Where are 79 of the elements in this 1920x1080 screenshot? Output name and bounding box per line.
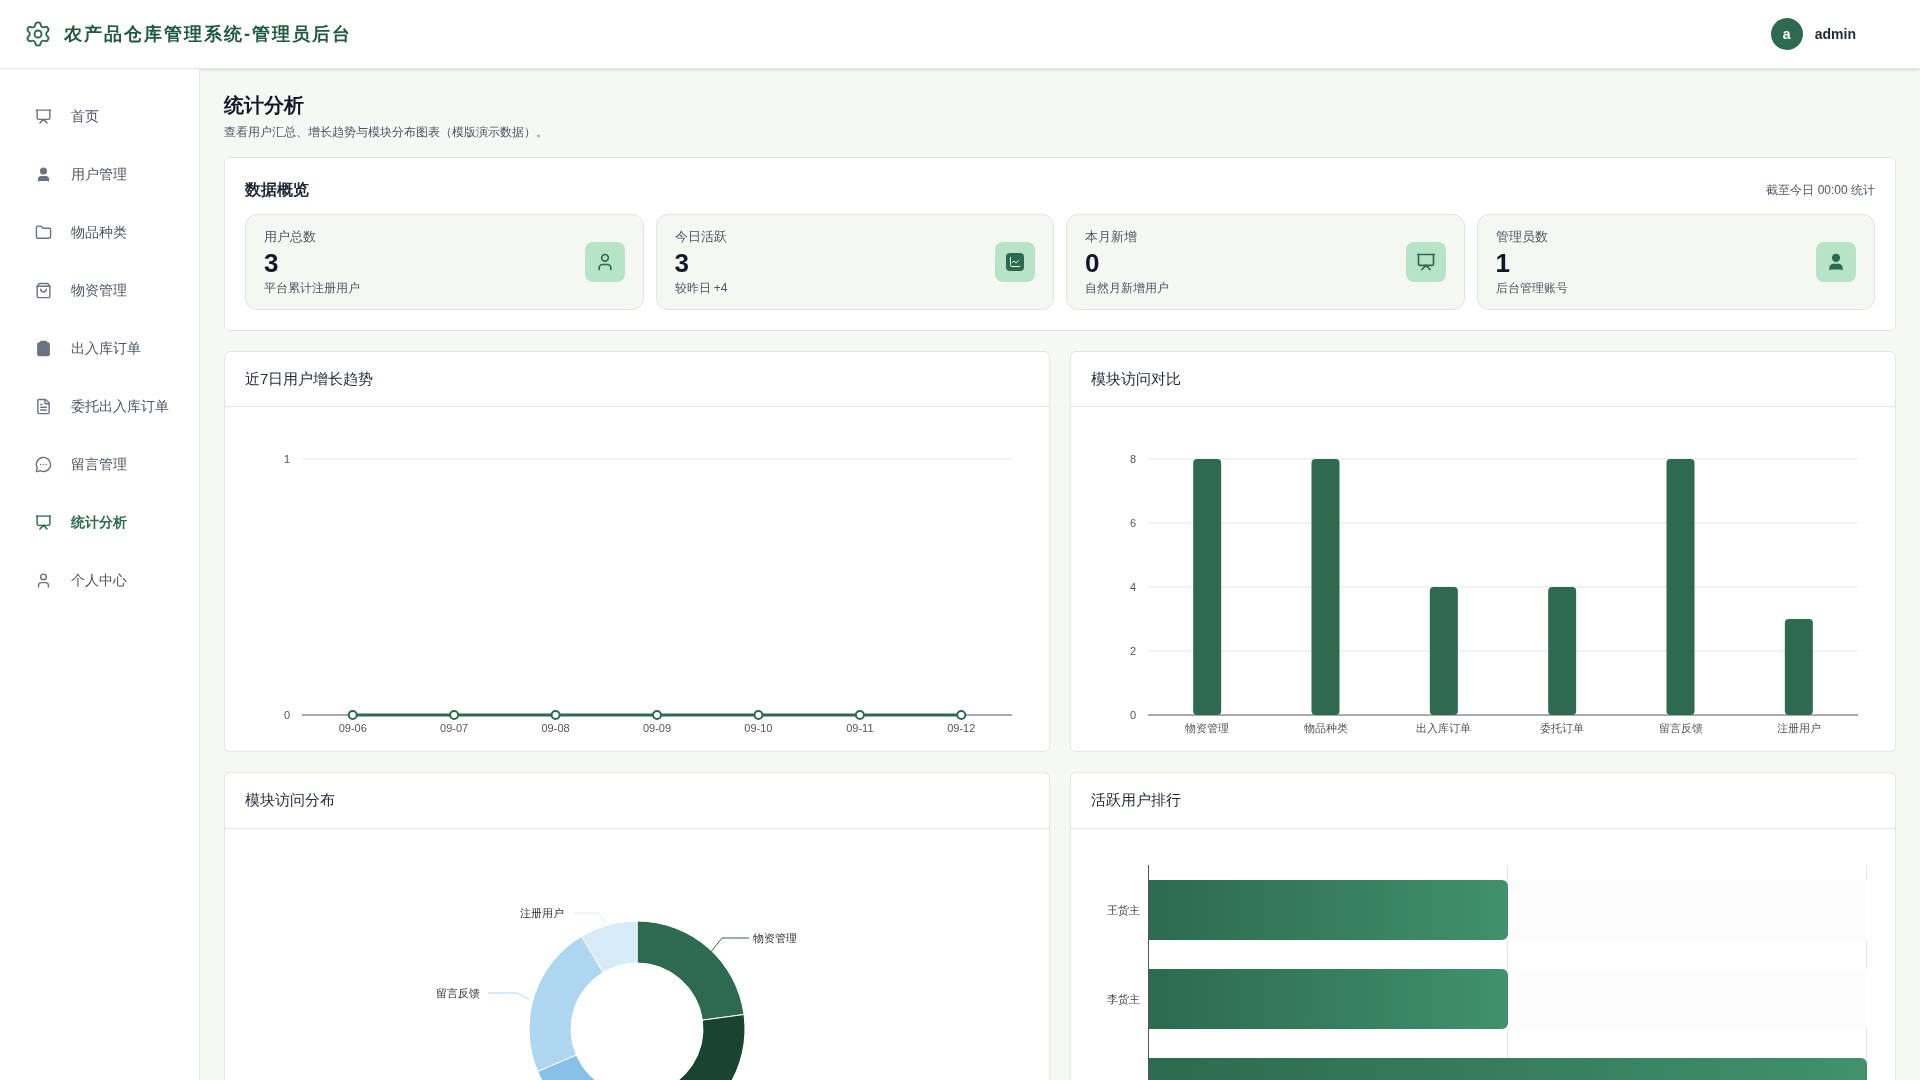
axis-tick-label: 留言反馈 xyxy=(1658,722,1703,734)
username: admin xyxy=(1814,25,1856,44)
chat-icon xyxy=(35,455,52,473)
sidebar-item[interactable]: 出入库订单 xyxy=(0,319,199,377)
axis-tick-label: 6 xyxy=(1129,517,1136,529)
page-subtitle: 查看用户汇总、增长趋势与模块分布图表（模版演示数据）。 xyxy=(224,124,549,141)
stat-value: 0 xyxy=(1085,246,1101,279)
axis-tick-label: 物品种类 xyxy=(1303,722,1348,734)
slice-label: 物资管理 xyxy=(753,931,797,944)
leader-line xyxy=(487,992,530,999)
document-icon xyxy=(35,397,52,415)
stat-label: 今日活跃 xyxy=(674,228,728,246)
axis-tick-label: 09-10 xyxy=(744,722,773,734)
folder-icon xyxy=(35,223,52,241)
axis-tick-label: 出入库订单 xyxy=(1416,722,1472,734)
presentation-icon xyxy=(35,513,52,531)
axis-tick-label: 委托订单 xyxy=(1540,722,1585,734)
sidebar-item[interactable]: 首页 xyxy=(0,87,199,145)
person-icon xyxy=(1826,251,1846,272)
card-title: 近7日用户增长趋势 xyxy=(225,351,1049,407)
data-point xyxy=(854,710,865,720)
stat-label: 管理员数 xyxy=(1495,228,1549,246)
card-title: 模块访问分布 xyxy=(225,773,1049,829)
stat-hint: 平台累计注册用户 xyxy=(264,279,360,297)
axis-tick-label: 4 xyxy=(1129,581,1136,593)
sidebar-item[interactable]: 统计分析 xyxy=(0,493,199,551)
slice-label: 注册用户 xyxy=(520,906,564,919)
axis-tick-label: 注册用户 xyxy=(1776,722,1821,734)
data-point xyxy=(550,710,561,720)
sidebar-item[interactable]: 个人中心 xyxy=(0,551,199,609)
axis-tick-label: 09-08 xyxy=(541,722,570,734)
stat-value: 1 xyxy=(1495,246,1511,279)
user-name-label: 王货主 xyxy=(1106,902,1140,918)
person-icon xyxy=(35,571,52,589)
trend-chart-icon xyxy=(1006,252,1024,271)
axis-tick-label: 8 xyxy=(1129,453,1136,465)
axis-tick-label: 09-12 xyxy=(947,722,976,734)
stat-hint: 较昨日 +4 xyxy=(674,279,728,297)
data-point xyxy=(956,710,967,720)
axis-tick-label: 2 xyxy=(1129,645,1136,657)
axis-tick-label: 0 xyxy=(1129,709,1136,721)
avatar[interactable]: a xyxy=(1770,18,1803,50)
leader-line xyxy=(709,937,750,953)
axis-tick-label: 09-06 xyxy=(338,722,367,734)
page-title: 统计分析 xyxy=(224,93,305,118)
axis-tick-label: 09-09 xyxy=(642,722,672,734)
sidebar-item[interactable]: 物资管理 xyxy=(0,261,199,319)
stat-value: 3 xyxy=(264,246,280,279)
sidebar-item[interactable]: 委托出入库订单 xyxy=(0,377,199,435)
data-point xyxy=(347,710,358,720)
person-icon xyxy=(35,165,52,183)
app-title: 农产品仓库管理系统-管理员后台 xyxy=(64,22,352,46)
data-point xyxy=(652,710,662,720)
bag-icon xyxy=(35,281,52,299)
user-name-label: 李货主 xyxy=(1106,991,1140,1007)
stat-hint: 后台管理账号 xyxy=(1495,279,1568,297)
sidebar-item[interactable]: 用户管理 xyxy=(0,145,199,203)
axis-tick-label: 物资管理 xyxy=(1185,722,1230,734)
sidebar-item[interactable]: 物品种类 xyxy=(0,203,199,261)
slice-label: 留言反馈 xyxy=(436,986,480,999)
stat-label: 用户总数 xyxy=(264,228,317,246)
settings-icon xyxy=(24,20,52,48)
section-title: 数据概览 xyxy=(245,180,309,200)
axis-tick-label: 09-07 xyxy=(440,722,469,734)
stat-label: 本月新增 xyxy=(1085,228,1138,246)
presentation-icon xyxy=(1415,251,1436,272)
sidebar-item[interactable]: 留言管理 xyxy=(0,435,199,493)
axis-tick-label: 1 xyxy=(283,453,290,465)
axis-tick-label: 0 xyxy=(283,709,290,721)
axis-tick-label: 09-11 xyxy=(846,722,874,734)
stats-note: 截至今日 00:00 统计 xyxy=(1766,182,1875,199)
data-point xyxy=(449,710,460,720)
data-point xyxy=(753,710,764,720)
card-title: 模块访问对比 xyxy=(1071,351,1895,407)
stat-value: 3 xyxy=(674,246,690,279)
card-title: 活跃用户排行 xyxy=(1071,773,1895,829)
leader-line xyxy=(572,912,607,923)
presentation-icon xyxy=(35,107,52,125)
stat-hint: 自然月新增用户 xyxy=(1085,279,1169,297)
